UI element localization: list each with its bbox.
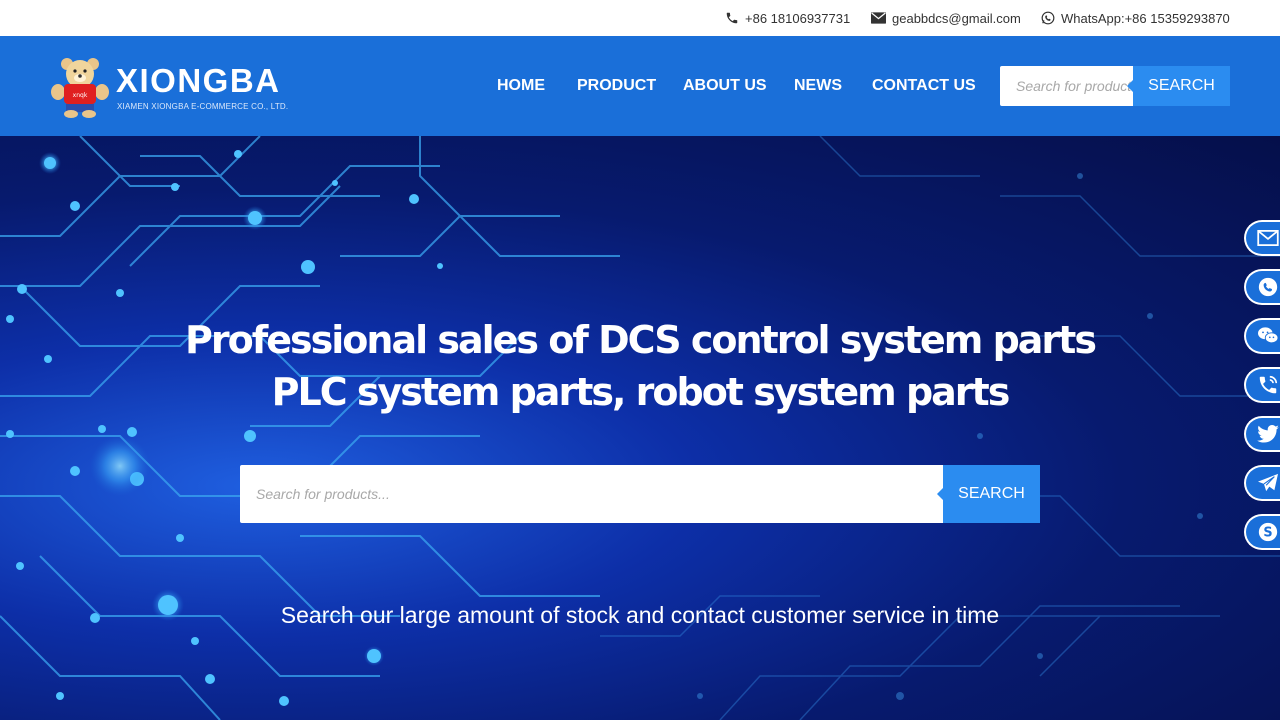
phone-icon bbox=[1259, 375, 1278, 394]
header-search: SEARCH bbox=[1000, 66, 1230, 106]
svg-text:S: S bbox=[1263, 526, 1272, 541]
hero-search-input[interactable] bbox=[240, 465, 944, 523]
nav-about-us[interactable]: ABOUT US bbox=[683, 77, 767, 95]
circuit-background bbox=[0, 136, 1280, 720]
bear-mascot-icon: xnqk bbox=[51, 58, 109, 118]
nav-home[interactable]: HOME bbox=[497, 77, 545, 95]
social-phone-button[interactable] bbox=[1244, 367, 1280, 403]
social-whatsapp-button[interactable] bbox=[1244, 269, 1280, 305]
header-search-button[interactable]: SEARCH bbox=[1127, 66, 1230, 106]
svg-text:xnqk: xnqk bbox=[73, 92, 88, 99]
whatsapp-number: WhatsApp:+86 15359293870 bbox=[1061, 10, 1230, 26]
hero-search: SEARCH bbox=[240, 465, 1040, 523]
top-contact-bar: +86 18106937731 geabbdcs@gmail.com Whats… bbox=[0, 0, 1280, 36]
brand-name: XIONGBA bbox=[116, 62, 281, 99]
phone-icon bbox=[726, 12, 738, 24]
social-email-button[interactable] bbox=[1244, 220, 1280, 256]
hero-banner: Professional sales of DCS control system… bbox=[0, 136, 1280, 720]
header-search-input[interactable] bbox=[1000, 66, 1134, 106]
nav-contact-us[interactable]: CONTACT US bbox=[872, 77, 976, 95]
whatsapp-icon bbox=[1041, 11, 1055, 25]
hero-title-line-2: PLC system parts, robot system parts bbox=[271, 370, 1011, 414]
social-skype-button[interactable]: S bbox=[1244, 514, 1280, 550]
wechat-icon bbox=[1258, 327, 1279, 344]
logo[interactable]: xnqk XIONGBA XIAMEN XIONGBA E-COMMERCE C… bbox=[50, 54, 310, 120]
telegram-icon bbox=[1258, 473, 1278, 492]
whatsapp-icon bbox=[1258, 277, 1278, 297]
nav-product[interactable]: PRODUCT bbox=[577, 77, 656, 95]
social-wechat-button[interactable] bbox=[1244, 318, 1280, 354]
mail-icon bbox=[871, 12, 886, 24]
hero-search-button[interactable]: SEARCH bbox=[937, 465, 1040, 523]
phone-number: +86 18106937731 bbox=[745, 10, 851, 26]
email-icon bbox=[1257, 230, 1279, 246]
social-telegram-button[interactable] bbox=[1244, 465, 1280, 501]
hero-title: Professional sales of DCS control system… bbox=[0, 314, 1280, 418]
hero-subtitle: Search our large amount of stock and con… bbox=[280, 602, 1000, 628]
hero-title-line-1: Professional sales of DCS control system… bbox=[185, 318, 1097, 362]
topbar-email[interactable]: geabbdcs@gmail.com bbox=[871, 0, 1021, 36]
email-address: geabbdcs@gmail.com bbox=[892, 10, 1021, 26]
topbar-whatsapp[interactable]: WhatsApp:+86 15359293870 bbox=[1041, 0, 1230, 36]
site-header: xnqk XIONGBA XIAMEN XIONGBA E-COMMERCE C… bbox=[0, 36, 1280, 136]
twitter-icon bbox=[1257, 425, 1279, 443]
nav-news[interactable]: NEWS bbox=[794, 77, 842, 95]
social-twitter-button[interactable] bbox=[1244, 416, 1280, 452]
topbar-phone[interactable]: +86 18106937731 bbox=[725, 0, 850, 36]
company-subtitle: XIAMEN XIONGBA E-COMMERCE CO., LTD. bbox=[117, 102, 289, 111]
skype-icon: S bbox=[1258, 522, 1278, 542]
